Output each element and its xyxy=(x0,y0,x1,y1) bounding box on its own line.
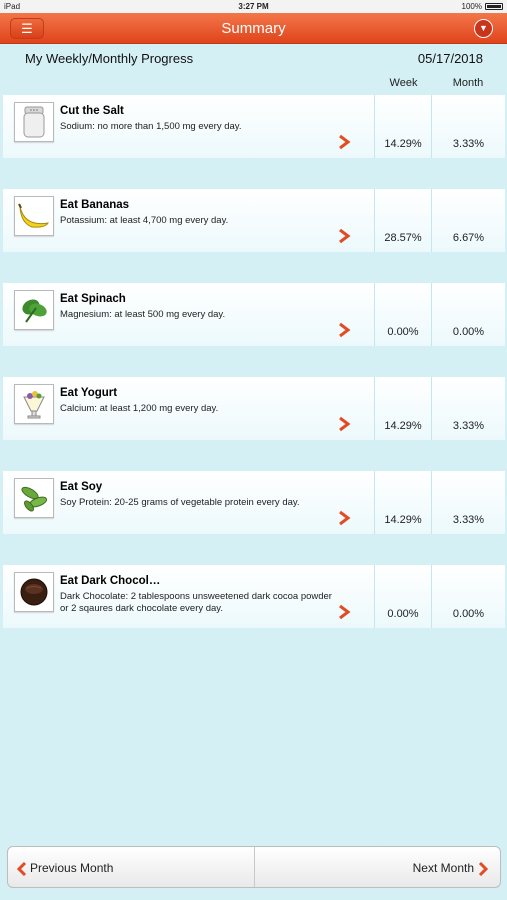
chevron-right-icon[interactable] xyxy=(337,322,351,338)
goal-title: Eat Dark Chocol… xyxy=(60,575,161,587)
chevron-right-icon[interactable] xyxy=(337,228,351,244)
status-time: 3:27 PM xyxy=(238,2,269,11)
status-bar: iPad 3:27 PM 100% xyxy=(0,0,507,13)
goal-row[interactable]: Eat Bananas Potassium: at least 4,700 mg… xyxy=(3,189,505,252)
goal-description: Sodium: no more than 1,500 mg every day. xyxy=(60,121,242,132)
goal-row[interactable]: Eat Dark Chocol… Dark Chocolate: 2 table… xyxy=(3,565,505,628)
goal-title: Eat Bananas xyxy=(60,199,130,211)
chevron-right-icon[interactable] xyxy=(337,604,351,620)
week-column-header: Week xyxy=(389,77,418,89)
progress-heading: My Weekly/Monthly Progress xyxy=(25,51,194,66)
week-percent: 14.29% xyxy=(384,138,422,150)
goal-row[interactable]: Eat Soy Soy Protein: 20-25 grams of vege… xyxy=(3,471,505,534)
chocolate-icon xyxy=(14,572,54,612)
month-percent: 6.67% xyxy=(452,232,485,244)
previous-month-label: Previous Month xyxy=(30,861,114,875)
battery-percent: 100% xyxy=(461,2,482,11)
yogurt-icon xyxy=(14,384,54,424)
goal-row[interactable]: Cut the Salt Sodium: no more than 1,500 … xyxy=(3,95,505,158)
goal-description: Calcium: at least 1,200 mg every day. xyxy=(60,403,219,414)
goal-description: Soy Protein: 20-25 grams of vegetable pr… xyxy=(60,497,300,508)
goal-title: Eat Soy xyxy=(60,481,103,493)
goal-description: Potassium: at least 4,700 mg every day. xyxy=(60,215,229,226)
battery-status: 100% xyxy=(462,2,503,11)
page-title: Summary xyxy=(221,20,286,37)
week-percent: 14.29% xyxy=(384,420,422,432)
soybean-icon xyxy=(14,478,54,518)
goal-description: Magnesium: at least 500 mg every day. xyxy=(60,309,226,320)
spinach-icon xyxy=(14,290,54,330)
banana-icon xyxy=(14,196,54,236)
goal-row[interactable]: Eat Yogurt Calcium: at least 1,200 mg ev… xyxy=(3,377,505,440)
nav-bar: ☰ Summary ▼ xyxy=(0,13,507,44)
chevron-down-icon[interactable]: ▼ xyxy=(474,19,493,38)
chevron-right-icon[interactable] xyxy=(337,510,351,526)
chevron-right-icon[interactable] xyxy=(337,134,351,150)
week-percent: 0.00% xyxy=(387,608,419,620)
week-percent: 28.57% xyxy=(384,232,422,244)
month-percent: 0.00% xyxy=(452,326,485,338)
next-month-button[interactable]: Next Month xyxy=(255,847,501,887)
next-month-label: Next Month xyxy=(412,861,474,875)
week-percent: 0.00% xyxy=(387,326,419,338)
goal-description: Dark Chocolate: 2 tablespoons unsweetene… xyxy=(60,591,332,614)
month-column-header: Month xyxy=(452,77,484,89)
month-navigation: Previous Month Next Month xyxy=(7,846,501,888)
chevron-left-icon xyxy=(17,862,27,876)
salt-shaker-icon xyxy=(14,102,54,142)
previous-month-button[interactable]: Previous Month xyxy=(8,847,255,887)
summary-date: 05/17/2018 xyxy=(417,51,483,66)
month-percent: 3.33% xyxy=(452,514,485,526)
month-percent: 3.33% xyxy=(452,420,485,432)
month-percent: 0.00% xyxy=(452,608,485,620)
month-percent: 3.33% xyxy=(452,138,485,150)
goal-title: Eat Spinach xyxy=(60,293,126,305)
goal-list: Cut the Salt Sodium: no more than 1,500 … xyxy=(3,95,505,659)
goal-row[interactable]: Eat Spinach Magnesium: at least 500 mg e… xyxy=(3,283,505,346)
battery-icon xyxy=(485,3,503,10)
chevron-right-icon xyxy=(478,862,488,876)
goal-title: Cut the Salt xyxy=(60,105,124,117)
week-percent: 14.29% xyxy=(384,514,422,526)
goal-title: Eat Yogurt xyxy=(60,387,118,399)
chevron-right-icon[interactable] xyxy=(337,416,351,432)
